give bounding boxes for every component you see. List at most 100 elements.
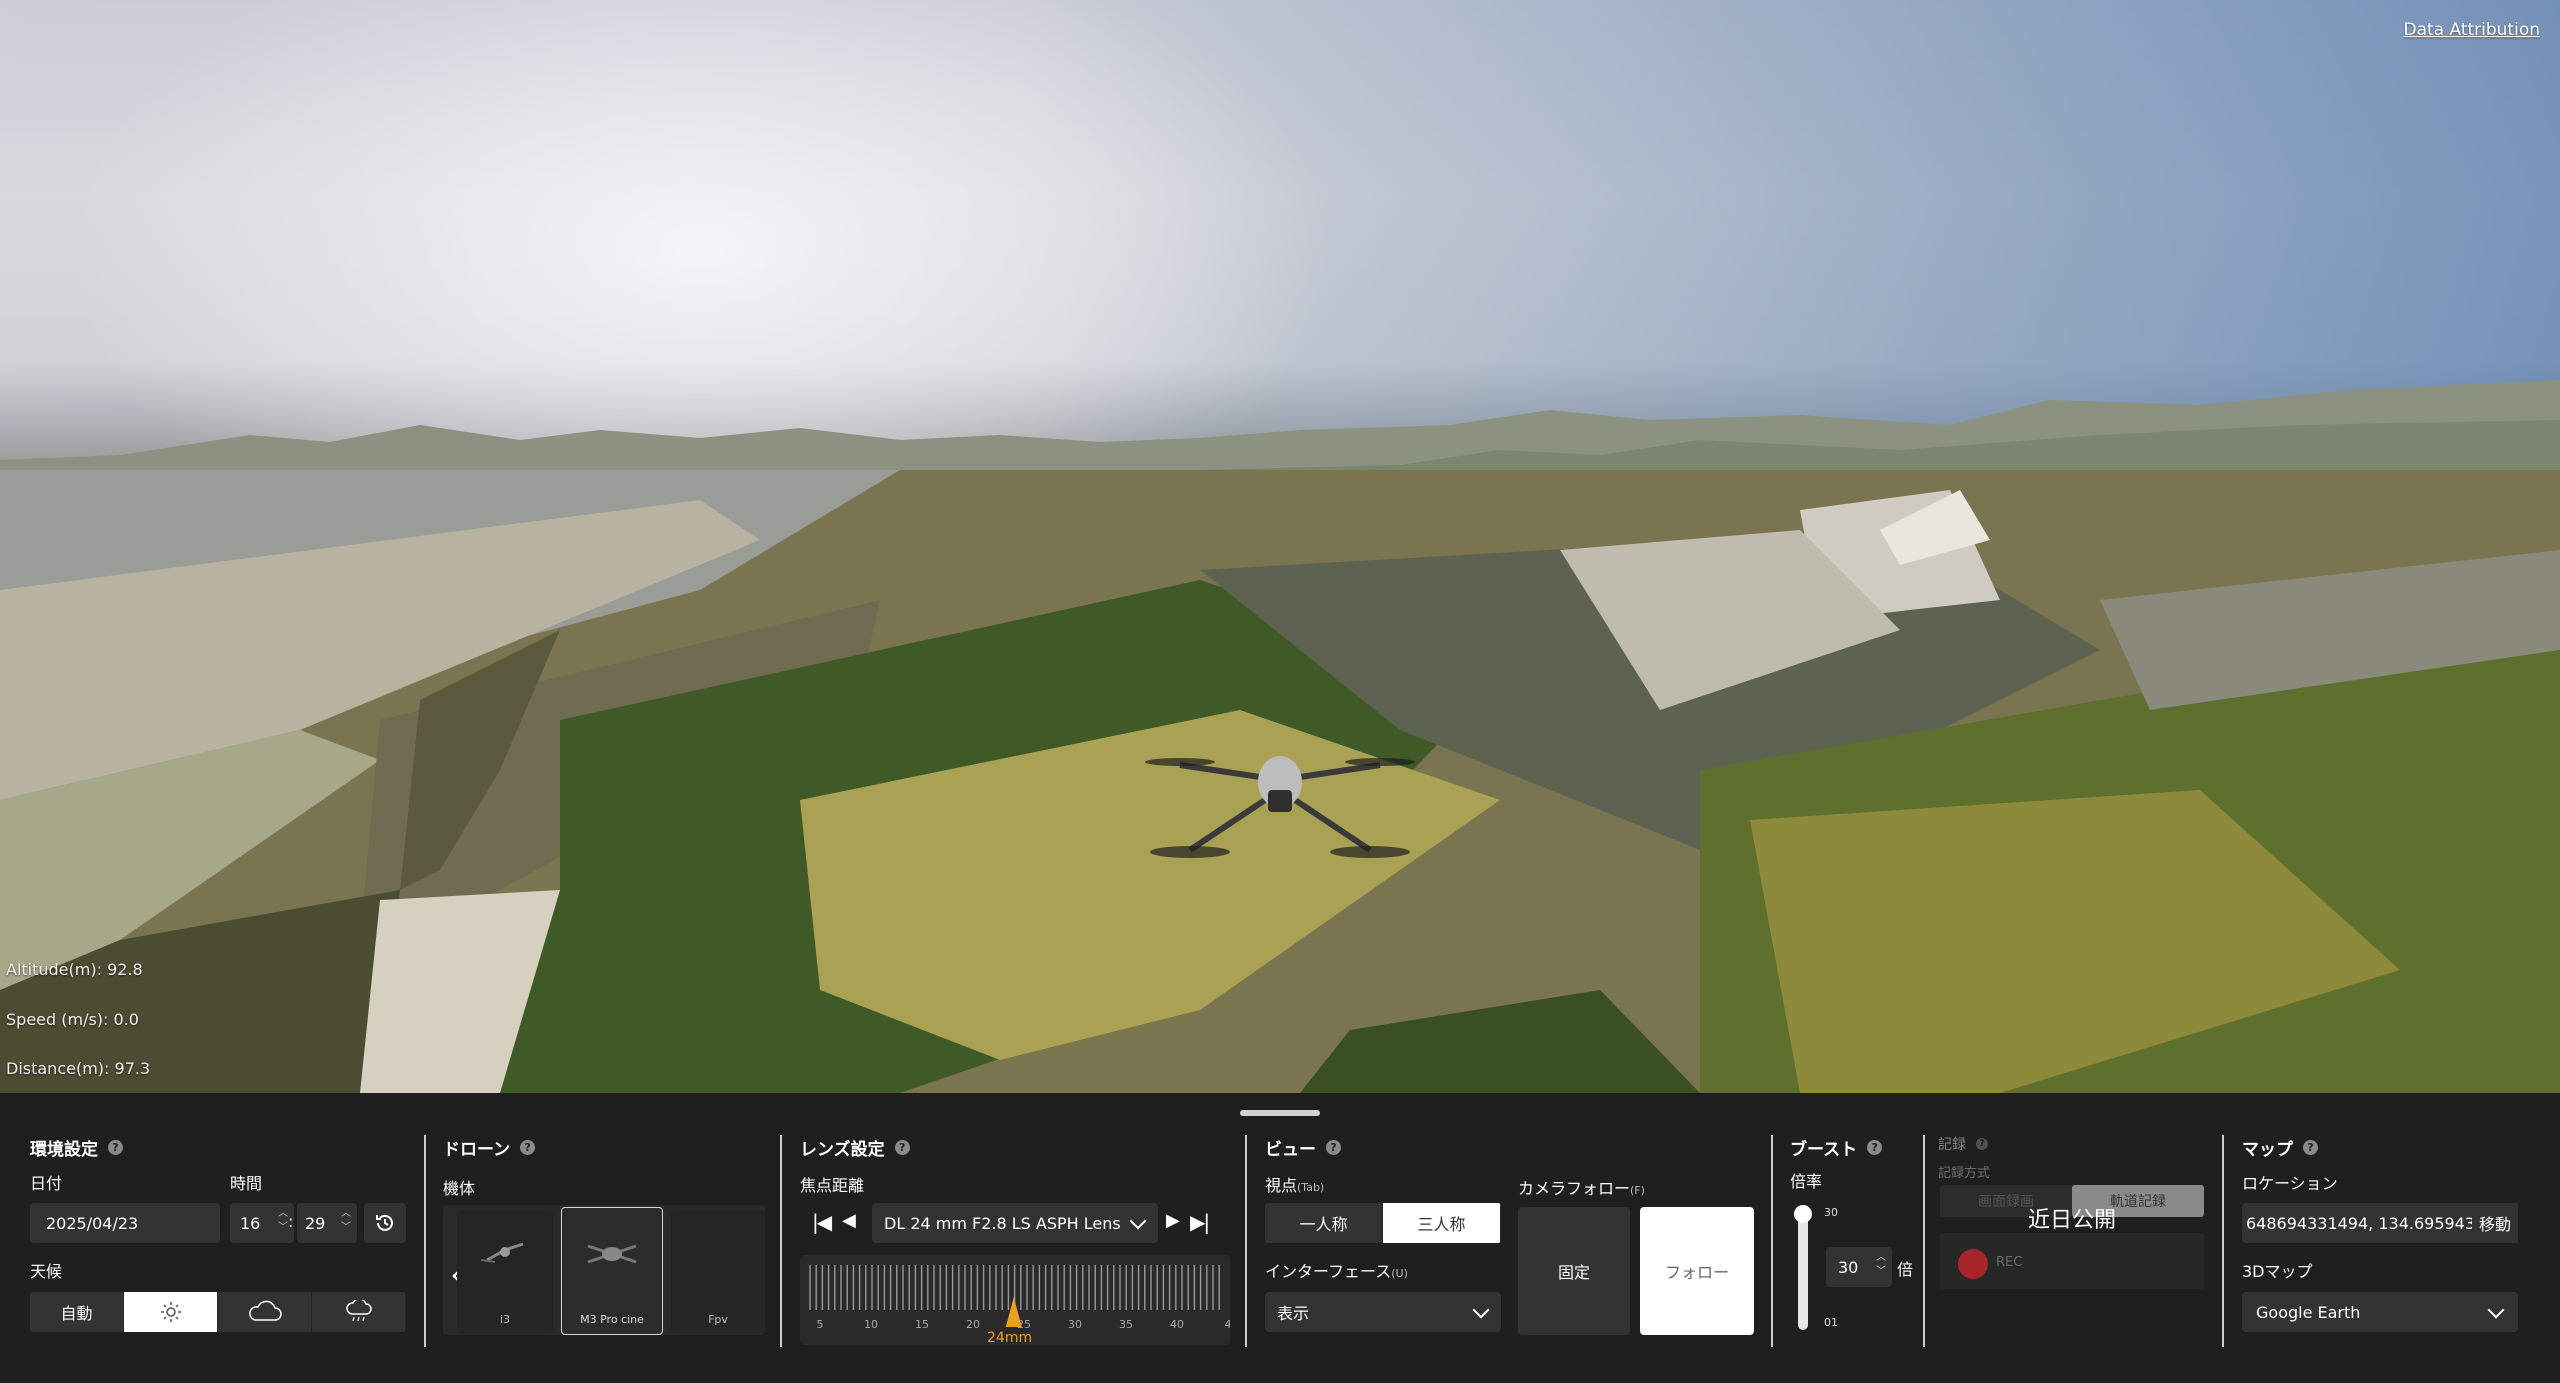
pov-label-group: 視点(Tab) [1265, 1172, 1324, 1196]
help-icon[interactable]: ? [108, 1140, 123, 1155]
hour-value: 16 [240, 1213, 261, 1233]
section-divider [2222, 1135, 2224, 1347]
minute-value: 29 [305, 1213, 326, 1233]
panel-drag-handle[interactable] [1240, 1110, 1320, 1116]
help-icon[interactable]: ? [894, 1140, 910, 1155]
interface-label: インターフェース [1265, 1262, 1392, 1281]
help-icon[interactable]: ? [1867, 1140, 1883, 1155]
lens-prev-icon[interactable]: ◀ [842, 1210, 856, 1231]
rainy-icon [345, 1300, 372, 1322]
env-title: 環境設定 [30, 1140, 98, 1160]
interface-select-value: 表示 [1277, 1304, 1310, 1323]
section-divider [1771, 1135, 1773, 1347]
drone-3d-viewport[interactable]: Data Attribution Altitude(m): 92.8 Speed… [0, 0, 2560, 1093]
interface-select[interactable]: 表示 [1265, 1292, 1501, 1332]
lens-next-icon[interactable]: ▶ [1166, 1210, 1180, 1231]
weather-auto-option[interactable]: 自動 [30, 1292, 124, 1332]
camera-follow-shortcut: (F) [1630, 1184, 1645, 1197]
view-title: ビュー [1265, 1140, 1316, 1160]
drone-m3-thumbnail-icon [587, 1244, 637, 1264]
lens-select-value: DL 24 mm F2.8 LS ASPH Lens [884, 1213, 1121, 1233]
boost-unit: 倍 [1897, 1260, 1914, 1279]
rec-button: REC [1940, 1233, 2204, 1289]
stepper-arrows-icon[interactable]: ︿ ﹀ [341, 1207, 351, 1235]
distance-readout: Distance(m): 97.3 [6, 1059, 151, 1078]
boost-slider-knob[interactable] [1794, 1205, 1812, 1223]
section-divider [1245, 1135, 1247, 1347]
record-title: 記録 [1938, 1137, 1966, 1153]
ruler-tick-label: 4 [1225, 1318, 1231, 1331]
ruler-tick-label: 30 [1068, 1318, 1082, 1331]
hour-stepper[interactable]: 16 ︿ ﹀ [230, 1203, 294, 1243]
ruler-tick-label: 15 [915, 1318, 929, 1331]
boost-value: 30 [1838, 1257, 1859, 1277]
section-divider [780, 1135, 782, 1347]
boost-slider-fill [1798, 1205, 1808, 1330]
help-icon[interactable]: ? [2303, 1140, 2318, 1155]
boost-section: ブースト? [1790, 1135, 1883, 1160]
date-input[interactable]: 2025/04/23 [30, 1203, 220, 1243]
map-3d-label: 3Dマップ [2242, 1262, 2313, 1281]
stepper-arrows-icon[interactable]: ︿ ﹀ [1876, 1251, 1886, 1279]
help-icon[interactable]: ? [520, 1140, 536, 1155]
chevron-down-icon [1129, 1212, 1147, 1230]
interface-label-group: インターフェース(U) [1265, 1258, 1408, 1282]
drone-model-label: 機体 [443, 1179, 476, 1198]
drone-card-label: i3 [499, 1313, 511, 1326]
date-label: 日付 [30, 1174, 63, 1193]
weather-label: 天候 [30, 1262, 63, 1281]
pov-third-person-option[interactable]: 三人称 [1383, 1203, 1501, 1243]
weather-cloudy-option[interactable] [218, 1292, 312, 1332]
time-label: 時間 [230, 1174, 263, 1193]
history-clock-icon [376, 1214, 393, 1231]
ruler-tick-label: 40 [1170, 1318, 1184, 1331]
cloudy-icon [248, 1300, 282, 1321]
ruler-tick-label: 5 [817, 1318, 824, 1331]
ruler-tick-label: 20 [966, 1318, 980, 1331]
chevron-down-icon [2487, 1301, 2505, 1319]
lens-select[interactable]: DL 24 mm F2.8 LS ASPH Lens [872, 1203, 1158, 1243]
camera-follow-button[interactable]: フォロー [1640, 1207, 1754, 1335]
weather-rainy-option[interactable] [312, 1292, 406, 1332]
help-icon[interactable]: ? [1326, 1140, 1341, 1155]
current-focal-label: 24mm [987, 1330, 1033, 1346]
pov-first-person-option[interactable]: 一人称 [1265, 1203, 1383, 1243]
map-title: マップ [2242, 1140, 2293, 1160]
drone-card-label: M3 Pro cine [580, 1313, 644, 1326]
help-icon: ? [1976, 1138, 1988, 1150]
drone-model [1145, 756, 1415, 858]
sunny-icon [160, 1302, 181, 1322]
boost-slider-track[interactable] [1794, 1205, 1812, 1330]
boost-slider-min: 01 [1824, 1316, 1838, 1329]
chevron-down-icon [1472, 1301, 1490, 1319]
drone-card-m3-pro-cine[interactable]: M3 Pro cine [561, 1207, 663, 1335]
section-divider [1923, 1135, 1925, 1347]
time-reset-button[interactable] [364, 1203, 406, 1243]
stepper-arrows-icon[interactable]: ︿ ﹀ [278, 1207, 288, 1235]
minute-stepper[interactable]: 29 ︿ ﹀ [297, 1203, 357, 1243]
drone-card-i3[interactable]: i3 [457, 1210, 553, 1334]
altitude-readout: Altitude(m): 92.8 [6, 960, 143, 979]
pov-selector: 一人称 三人称 [1265, 1203, 1501, 1243]
weather-selector: 自動 [30, 1292, 406, 1332]
boost-value-stepper[interactable]: 30 ︿ ﹀ [1826, 1247, 1892, 1287]
camera-fixed-button[interactable]: 固定 [1518, 1207, 1630, 1335]
record-dot-icon [1958, 1249, 1988, 1279]
map-3d-select[interactable]: Google Earth [2242, 1292, 2518, 1332]
ruler-tick-label: 35 [1119, 1318, 1133, 1331]
record-method-label: 記録方式 [1938, 1166, 1991, 1181]
env-settings-section: 環境設定? [30, 1135, 123, 1160]
drone-card-fpv[interactable]: Fpv [671, 1210, 765, 1334]
boost-title: ブースト [1790, 1140, 1858, 1160]
drone-section: ドローン? [443, 1135, 536, 1160]
time-separator: : [288, 1212, 294, 1231]
interface-shortcut: (U) [1391, 1267, 1408, 1280]
lens-first-icon[interactable]: |◀ [812, 1210, 832, 1234]
drone-title: ドローン [443, 1140, 511, 1160]
section-divider [424, 1135, 426, 1347]
location-move-button[interactable]: 移動 [2472, 1203, 2518, 1243]
lens-last-icon[interactable]: ▶| [1190, 1210, 1210, 1234]
lens-section: レンズ設定? [800, 1135, 910, 1160]
data-attribution-link[interactable]: Data Attribution [2404, 20, 2541, 40]
weather-sunny-option[interactable] [124, 1292, 218, 1332]
